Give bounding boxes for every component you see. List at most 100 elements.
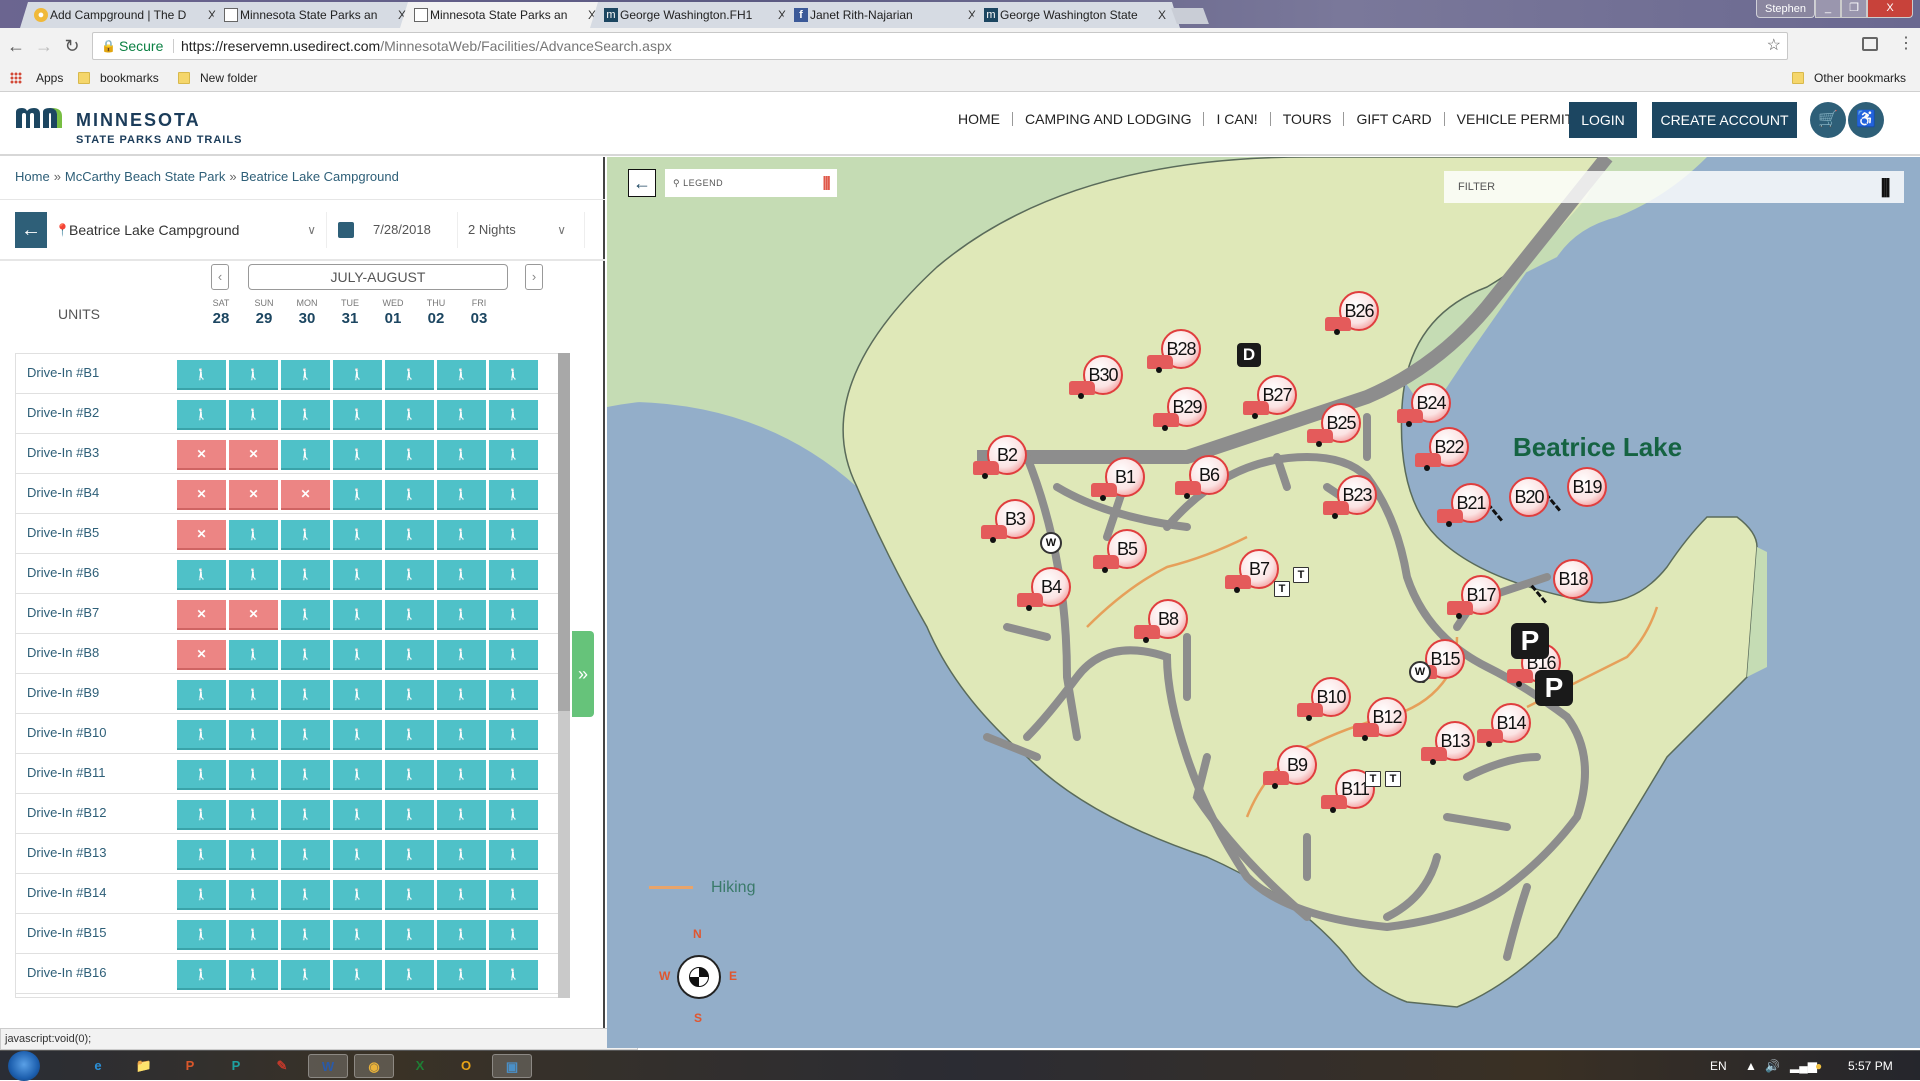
bookmark-folder[interactable]: bookmarks: [78, 64, 159, 92]
unavailable-cell[interactable]: ✕: [177, 600, 226, 630]
available-cell[interactable]: 🚶: [385, 720, 434, 750]
profile-button[interactable]: Stephen: [1756, 0, 1815, 18]
clock[interactable]: 5:57 PM: [1848, 1051, 1893, 1081]
available-cell[interactable]: 🚶: [177, 400, 226, 430]
available-cell[interactable]: 🚶: [177, 960, 226, 990]
available-cell[interactable]: 🚶: [177, 560, 226, 590]
available-cell[interactable]: 🚶: [333, 360, 382, 390]
available-cell[interactable]: 🚶: [281, 600, 330, 630]
campsite-marker[interactable]: B4: [1017, 567, 1077, 627]
available-cell[interactable]: 🚶: [333, 960, 382, 990]
unit-name-link[interactable]: Drive-In #B6: [27, 554, 99, 592]
powerpoint-icon[interactable]: P: [170, 1054, 210, 1078]
filter-toggle[interactable]: FILTER |||: [1444, 171, 1904, 203]
available-cell[interactable]: 🚶: [385, 800, 434, 830]
chrome-icon[interactable]: ◉: [354, 1054, 394, 1078]
nav-home[interactable]: HOME: [958, 112, 1013, 126]
available-cell[interactable]: 🚶: [333, 440, 382, 470]
available-cell[interactable]: 🚶: [489, 520, 538, 550]
volume-icon[interactable]: 🔊: [1765, 1051, 1780, 1081]
nav-camping-and-lodging[interactable]: CAMPING AND LODGING: [1013, 112, 1205, 126]
available-cell[interactable]: 🚶: [333, 400, 382, 430]
campsite-marker[interactable]: B21: [1437, 483, 1497, 543]
campsite-marker[interactable]: B2: [973, 435, 1033, 495]
available-cell[interactable]: 🚶: [437, 680, 486, 710]
available-cell[interactable]: 🚶: [437, 600, 486, 630]
available-cell[interactable]: 🚶: [177, 840, 226, 870]
available-cell[interactable]: 🚶: [437, 520, 486, 550]
available-cell[interactable]: 🚶: [333, 600, 382, 630]
available-cell[interactable]: 🚶: [333, 680, 382, 710]
campsite-marker[interactable]: B8: [1134, 599, 1194, 659]
available-cell[interactable]: 🚶: [229, 680, 278, 710]
available-cell[interactable]: 🚶: [281, 520, 330, 550]
available-cell[interactable]: 🚶: [489, 680, 538, 710]
other-bookmarks[interactable]: Other bookmarks: [1792, 64, 1906, 92]
unit-name-link[interactable]: Drive-In #B11: [27, 754, 106, 792]
map-back-button[interactable]: ←: [628, 169, 656, 197]
available-cell[interactable]: 🚶: [385, 840, 434, 870]
campsite-marker[interactable]: B26: [1325, 291, 1385, 351]
address-bar[interactable]: 🔒 Secure https://reservemn.usedirect.com…: [92, 32, 1788, 60]
previous-week-button[interactable]: ‹: [211, 264, 229, 290]
legend-toggle[interactable]: ⚲ LEGEND |||: [665, 169, 837, 197]
nav-vehicle-permit[interactable]: VEHICLE PERMIT: [1445, 112, 1586, 126]
available-cell[interactable]: 🚶: [333, 760, 382, 790]
cart-icon[interactable]: 🛒: [1810, 102, 1846, 138]
browser-tab[interactable]: m George Washington State X: [970, 2, 1180, 28]
nights-select[interactable]: 2 Nights ∨: [460, 212, 585, 248]
unavailable-cell[interactable]: ✕: [229, 440, 278, 470]
available-cell[interactable]: 🚶: [333, 480, 382, 510]
close-window-button[interactable]: X: [1867, 0, 1913, 18]
available-cell[interactable]: 🚶: [489, 720, 538, 750]
outlook-icon[interactable]: O: [446, 1054, 486, 1078]
bookmark-star-icon[interactable]: ☆: [1767, 33, 1781, 59]
available-cell[interactable]: 🚶: [229, 920, 278, 950]
unit-name-link[interactable]: Drive-In #B7: [27, 594, 99, 632]
available-cell[interactable]: 🚶: [281, 800, 330, 830]
cast-icon[interactable]: [1862, 37, 1878, 51]
available-cell[interactable]: 🚶: [385, 760, 434, 790]
campground-map[interactable]: ← ⚲ LEGEND ||| FILTER ||| Beatrice Lake …: [607, 157, 1920, 1048]
available-cell[interactable]: 🚶: [229, 800, 278, 830]
available-cell[interactable]: 🚶: [281, 760, 330, 790]
campsite-marker[interactable]: B13: [1421, 721, 1481, 781]
available-cell[interactable]: 🚶: [385, 920, 434, 950]
available-cell[interactable]: 🚶: [281, 560, 330, 590]
unit-name-link[interactable]: Drive-In #B1: [27, 354, 99, 392]
available-cell[interactable]: 🚶: [229, 880, 278, 910]
available-cell[interactable]: 🚶: [437, 720, 486, 750]
campsite-marker[interactable]: B7: [1225, 549, 1285, 609]
available-cell[interactable]: 🚶: [177, 360, 226, 390]
campsite-marker[interactable]: B14: [1477, 703, 1537, 763]
excel-icon[interactable]: X: [400, 1054, 440, 1078]
available-cell[interactable]: 🚶: [281, 440, 330, 470]
available-cell[interactable]: 🚶: [281, 840, 330, 870]
available-cell[interactable]: 🚶: [385, 680, 434, 710]
available-cell[interactable]: 🚶: [333, 640, 382, 670]
new-tab-button[interactable]: [1171, 8, 1209, 24]
unit-name-link[interactable]: Drive-In #B5: [27, 514, 99, 552]
available-cell[interactable]: 🚶: [385, 400, 434, 430]
available-cell[interactable]: 🚶: [489, 880, 538, 910]
available-cell[interactable]: 🚶: [385, 960, 434, 990]
campsite-marker[interactable]: B25: [1307, 403, 1367, 463]
explorer-icon[interactable]: 📁: [124, 1054, 164, 1078]
unavailable-cell[interactable]: ✕: [177, 440, 226, 470]
available-cell[interactable]: 🚶: [437, 920, 486, 950]
available-cell[interactable]: 🚶: [437, 360, 486, 390]
browser-tab[interactable]: m George Washington.FH1 X: [590, 2, 800, 28]
unavailable-cell[interactable]: ✕: [177, 480, 226, 510]
campsite-marker[interactable]: B6: [1175, 455, 1235, 515]
unit-name-link[interactable]: Drive-In #B13: [27, 834, 106, 872]
available-cell[interactable]: 🚶: [177, 800, 226, 830]
available-cell[interactable]: 🚶: [177, 760, 226, 790]
back-button[interactable]: ←: [15, 212, 47, 248]
login-button[interactable]: LOGIN: [1569, 102, 1637, 138]
remote-desktop-icon[interactable]: ▣: [492, 1054, 532, 1078]
available-cell[interactable]: 🚶: [177, 880, 226, 910]
available-cell[interactable]: 🚶: [385, 880, 434, 910]
available-cell[interactable]: 🚶: [489, 600, 538, 630]
unavailable-cell[interactable]: ✕: [229, 600, 278, 630]
next-week-button[interactable]: ›: [525, 264, 543, 290]
